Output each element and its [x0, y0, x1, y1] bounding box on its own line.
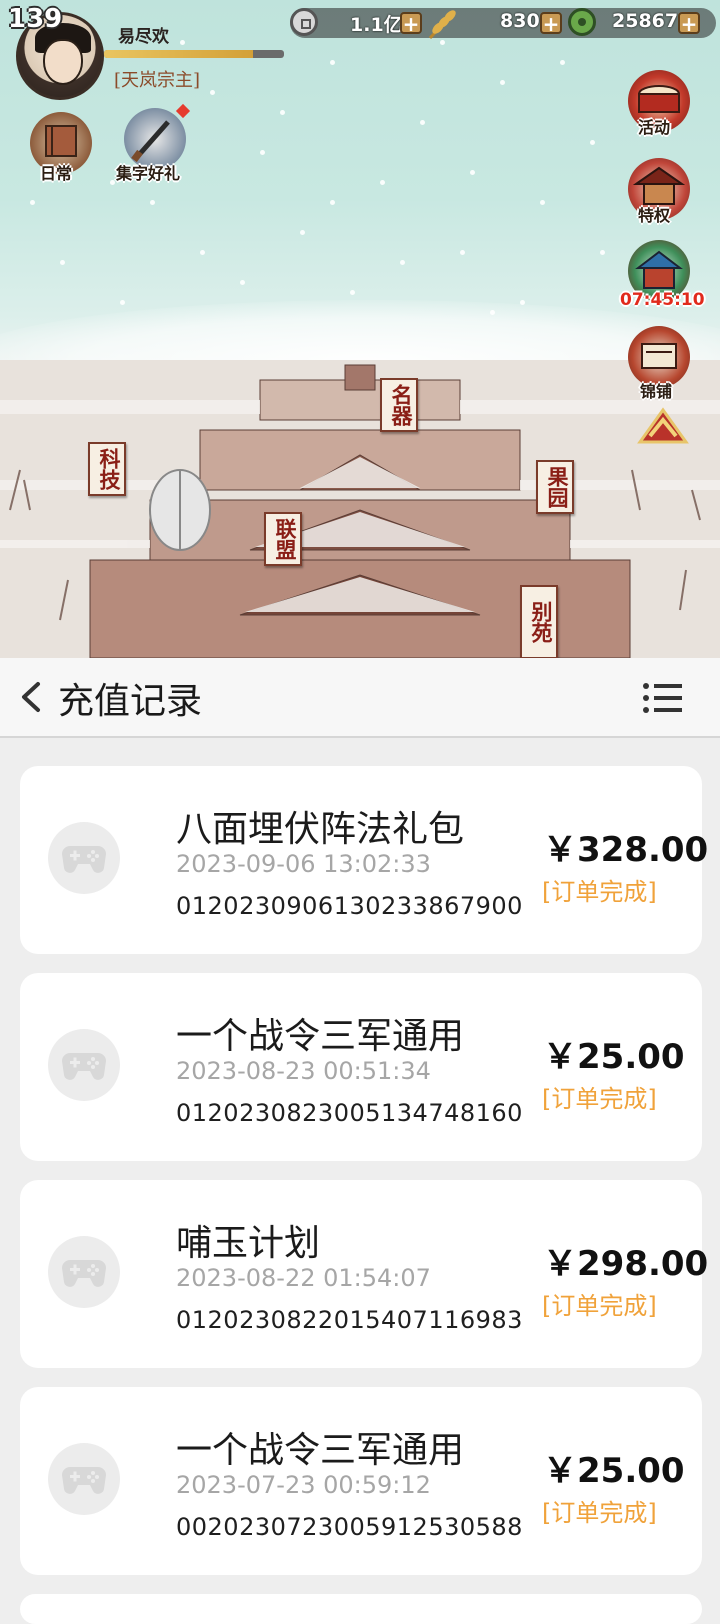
activity-label: 活动	[638, 118, 671, 137]
avatar-face	[43, 39, 83, 85]
list-menu-icon[interactable]	[642, 680, 684, 716]
record-card[interactable]: 哺玉计划 2023-08-22 01:54:07 012023082201540…	[20, 1180, 708, 1368]
jade-icon	[568, 8, 596, 36]
back-arrow-icon[interactable]	[14, 680, 48, 714]
record-price: ￥328.00	[543, 830, 709, 870]
record-card[interactable]: 一个战令三军通用 2023-07-23 00:59:12 00202307230…	[20, 1387, 702, 1575]
snowflake	[180, 40, 185, 45]
map-sign-mingqi[interactable]: 名器	[380, 378, 418, 432]
page-title: 充值记录	[58, 681, 203, 722]
snowflake	[540, 200, 545, 205]
record-icon	[48, 1443, 120, 1515]
record-price: ￥25.00	[543, 1037, 685, 1077]
record-product-name: 哺玉计划	[176, 1223, 321, 1264]
map-sign-bieyuan[interactable]: 别苑	[520, 585, 558, 658]
jade-add-button[interactable]: +	[678, 12, 700, 34]
collect-words-label: 集字好礼	[116, 164, 181, 183]
snowflake	[350, 290, 355, 295]
snowflake	[260, 150, 265, 155]
snowflake	[30, 200, 35, 205]
snowflake	[210, 90, 215, 95]
snowflake	[590, 140, 595, 145]
player-name: 易尽欢	[118, 27, 169, 47]
record-card-partial[interactable]	[20, 1594, 702, 1624]
record-card[interactable]: 八面埋伏阵法礼包 2023-09-06 13:02:33 01202309061…	[20, 766, 708, 954]
record-price: ￥25.00	[543, 1451, 685, 1491]
record-order-number: 0020230723005912530588	[176, 1513, 523, 1541]
grain-icon	[428, 10, 456, 40]
record-icon	[48, 1029, 120, 1101]
player-level: 139	[8, 4, 63, 34]
page-header: 充值记录	[0, 658, 720, 738]
coin-icon	[290, 8, 318, 36]
snowflake	[500, 80, 505, 85]
snowflake	[440, 40, 445, 45]
grain-value: 830	[500, 10, 540, 32]
privilege-label: 特权	[638, 206, 671, 225]
record-product-name: 八面埋伏阵法礼包	[176, 809, 465, 850]
record-datetime: 2023-07-23 00:59:12	[176, 1471, 431, 1499]
snowflake	[300, 230, 305, 235]
snowflake	[240, 280, 245, 285]
snowflake	[380, 180, 385, 185]
snowflake	[470, 170, 475, 175]
snowflake	[420, 120, 425, 125]
player-title: [天岚宗主]	[114, 70, 201, 91]
map-sign-lianmeng[interactable]: 联盟	[264, 512, 302, 566]
snowflake	[560, 60, 565, 65]
snowflake	[460, 250, 465, 255]
collapse-arrow-icon[interactable]	[636, 406, 690, 446]
record-datetime: 2023-09-06 13:02:33	[176, 850, 431, 878]
snowflake	[280, 110, 285, 115]
exp-bar-fill	[104, 50, 254, 58]
coin-value: 1.1亿	[350, 14, 403, 36]
record-card[interactable]: 一个战令三军通用 2023-08-23 00:51:34 01202308230…	[20, 973, 702, 1161]
record-status: [订单完成]	[542, 1085, 657, 1113]
record-datetime: 2023-08-22 01:54:07	[176, 1264, 431, 1292]
gamepad-icon	[62, 1260, 106, 1287]
record-order-number: 0120230906130233867900	[176, 892, 523, 920]
record-datetime: 2023-08-23 00:51:34	[176, 1057, 431, 1085]
snowflake	[110, 180, 115, 185]
record-status: [订单完成]	[542, 1292, 657, 1320]
snowflake	[330, 200, 335, 205]
snowflake	[60, 260, 65, 265]
map-sign-guoyuan[interactable]: 果园	[536, 460, 574, 514]
game-scene[interactable]: 名器 科技 果园 联盟 别苑 139 易尽欢 [天岚宗主] 1.1亿 + 830…	[0, 0, 720, 658]
snowflake	[330, 60, 335, 65]
record-icon	[48, 822, 120, 894]
record-product-name: 一个战令三军通用	[176, 1430, 465, 1471]
record-status: [订单完成]	[542, 878, 657, 906]
snowflake	[400, 260, 405, 265]
jade-hole-icon	[578, 18, 586, 26]
palace-map[interactable]	[0, 360, 720, 658]
record-order-number: 0120230823005134748160	[176, 1099, 523, 1127]
record-icon	[48, 1236, 120, 1308]
brocade-shop-label: 锦铺	[640, 382, 673, 401]
snowflake	[150, 200, 155, 205]
coin-add-button[interactable]: +	[400, 12, 422, 34]
daily-label: 日常	[40, 164, 73, 183]
gamepad-icon	[62, 1467, 106, 1494]
record-status: [订单完成]	[542, 1499, 657, 1527]
snowflake	[600, 250, 605, 255]
record-product-name: 一个战令三军通用	[176, 1016, 465, 1057]
record-order-number: 0120230822015407116983	[176, 1306, 523, 1334]
snowflake	[200, 250, 205, 255]
grain-add-button[interactable]: +	[540, 12, 562, 34]
record-price: ￥298.00	[543, 1244, 709, 1284]
gamepad-icon	[62, 846, 106, 873]
coin-hole-icon	[301, 19, 311, 29]
jade-value: 25867	[612, 10, 679, 32]
snowflake	[120, 300, 125, 305]
map-sign-keji[interactable]: 科技	[88, 442, 126, 496]
gamepad-icon	[62, 1053, 106, 1080]
shop-countdown: 07:45:10	[620, 290, 705, 310]
exp-bar	[104, 50, 284, 58]
